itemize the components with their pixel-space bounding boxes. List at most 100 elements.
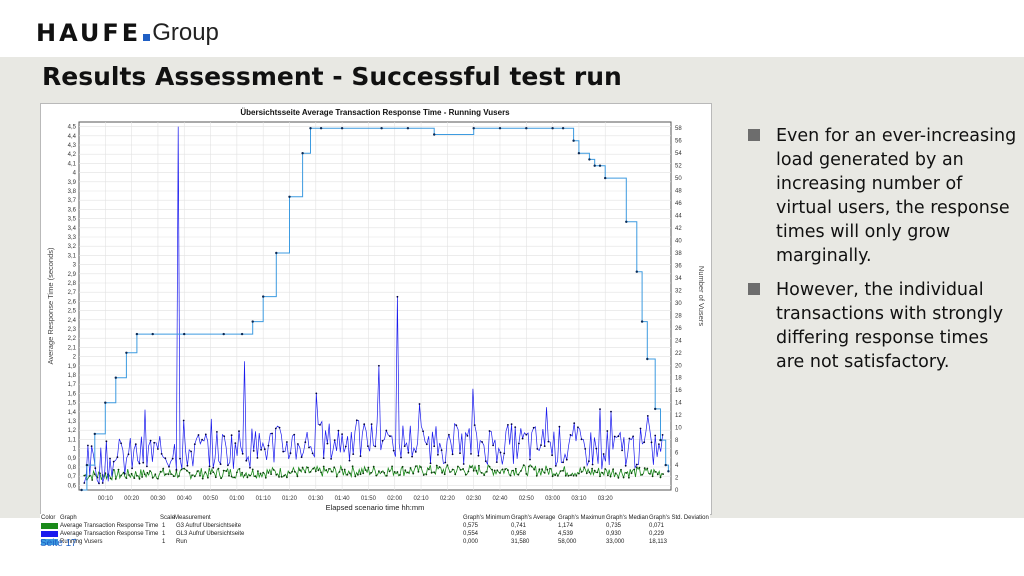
series-point-green — [343, 468, 346, 471]
legend-row: Average Transaction Response Time 1 G3 A… — [40, 522, 710, 530]
series-point-green — [535, 474, 538, 477]
series-point-blue — [131, 467, 133, 470]
series-point-blue — [610, 410, 612, 413]
series-point-green — [283, 474, 286, 477]
y-tick-label: 0,6 — [68, 483, 77, 489]
series-point-green — [117, 468, 120, 471]
series-point-vusers — [640, 320, 644, 323]
series-point-blue — [580, 438, 583, 441]
series-point-green — [401, 465, 404, 468]
series-point-blue — [392, 449, 395, 452]
series-point-green — [154, 473, 157, 476]
series-point-blue — [658, 443, 660, 445]
y2-tick-label: 54 — [675, 151, 682, 157]
series-point-green — [399, 474, 401, 476]
series-point-green — [422, 474, 425, 476]
series-point-green — [514, 467, 517, 470]
y-tick-label: 1,9 — [68, 364, 77, 370]
series-point-green — [654, 471, 657, 473]
series-point-blue — [182, 419, 185, 422]
series-point-blue — [164, 457, 167, 460]
legend-max: 4,539 — [558, 531, 574, 537]
series-point-green — [564, 474, 567, 477]
series-point-green — [204, 471, 207, 474]
series-point-green — [183, 467, 186, 470]
series-point-green — [233, 476, 236, 479]
series-point-blue — [455, 424, 458, 427]
series-point-green — [541, 468, 543, 471]
series-point-blue — [628, 437, 631, 440]
series-point-green — [264, 476, 267, 479]
series-point-blue — [300, 456, 303, 458]
series-point-green — [243, 474, 246, 476]
series-point-green — [599, 475, 601, 478]
series-point-green — [641, 473, 643, 476]
series-point-green — [609, 475, 612, 478]
series-point-blue — [425, 443, 428, 446]
series-point-green — [483, 474, 486, 476]
legend-median: 33,000 — [606, 539, 625, 545]
header-bar: HAUFE Group — [0, 0, 1024, 57]
series-point-green — [220, 477, 223, 480]
series-point-blue — [256, 457, 259, 459]
series-point-green — [225, 470, 228, 472]
y2-tick-label: 10 — [675, 426, 682, 432]
y-tick-label: 1 — [73, 447, 77, 453]
series-point-blue — [83, 482, 86, 484]
series-point-vusers — [664, 463, 667, 467]
series-point-blue — [175, 468, 178, 471]
series-point-blue — [639, 427, 642, 430]
series-point-blue — [352, 453, 355, 455]
series-point-blue — [330, 458, 332, 460]
logo-dot — [143, 34, 151, 41]
series-point-green — [133, 477, 136, 479]
series-point-blue — [201, 438, 204, 441]
series-point-green — [385, 474, 388, 477]
series-point-blue — [374, 445, 377, 448]
series-point-green — [517, 473, 520, 476]
series-point-blue — [171, 457, 174, 460]
series-point-green — [501, 468, 504, 471]
series-point-blue — [94, 467, 97, 470]
series-point-green — [196, 470, 199, 473]
y-tick-label: 3,8 — [68, 189, 77, 195]
series-point-vusers — [93, 432, 96, 436]
series-point-green — [199, 474, 201, 477]
bullet-item: However, the individual transactions wit… — [748, 278, 1018, 374]
series-point-green — [617, 476, 620, 479]
logo-brand-text: HAUFE — [36, 19, 142, 47]
series-point-green — [120, 474, 122, 477]
series-point-blue — [473, 424, 476, 426]
series-point-blue — [643, 441, 646, 444]
series-point-vusers — [498, 127, 502, 130]
series-point-green — [83, 474, 86, 477]
response-time-chart: Übersichtsseite Average Transaction Resp… — [46, 108, 706, 512]
series-point-green — [193, 475, 196, 478]
series-point-green — [151, 476, 154, 479]
y-tick-label: 1,4 — [68, 410, 77, 416]
series-point-green — [109, 477, 112, 480]
series-point-blue — [308, 446, 310, 449]
y2-tick-label: 52 — [675, 164, 682, 170]
series-point-vusers — [222, 332, 225, 336]
legend-median: 0,930 — [606, 531, 622, 537]
series-point-green — [141, 476, 143, 478]
series-point-blue — [241, 452, 244, 455]
y2-tick-label: 48 — [675, 189, 682, 195]
x-tick-label: 01:30 — [308, 496, 324, 502]
series-point-vusers — [85, 463, 89, 467]
series-point-green — [388, 470, 391, 473]
legend-std: 0,071 — [649, 523, 665, 529]
series-point-green — [491, 468, 493, 471]
x-tick-label: 01:20 — [282, 496, 298, 502]
series-point-green — [380, 471, 383, 473]
y-tick-label: 1,6 — [68, 391, 77, 397]
series-point-green — [312, 467, 315, 470]
y-tick-label: 4,3 — [68, 143, 77, 149]
series-point-green — [559, 470, 562, 472]
series-point-vusers — [525, 127, 528, 130]
series-point-blue — [289, 452, 292, 454]
series-point-blue — [584, 448, 587, 450]
series-point-blue — [216, 431, 218, 433]
series-point-green — [172, 475, 175, 478]
